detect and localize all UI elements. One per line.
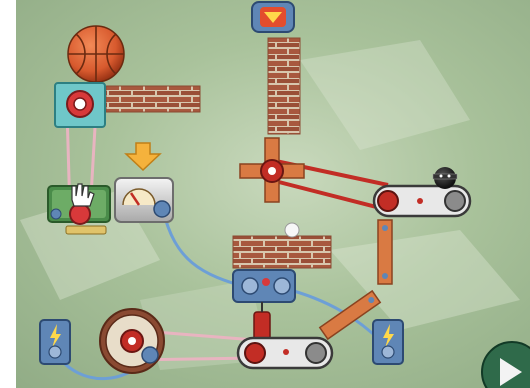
basketball[interactable] [67,25,125,83]
conveyor-belt-bottom[interactable] [236,336,334,370]
brick-wall-middle [232,235,332,269]
game-stage [0,0,530,388]
conveyor-belt-top[interactable] [372,184,472,218]
game-scene [20,1,530,388]
battery-right[interactable] [372,319,404,365]
pressure-gauge[interactable] [114,177,174,223]
play-button[interactable] [481,341,530,388]
cross-windmill[interactable] [239,137,305,203]
vertical-plank[interactable] [377,219,393,285]
pinwheel-gear[interactable] [54,82,106,128]
drop-button[interactable] [251,1,295,33]
battery-left[interactable] [39,319,71,365]
down-arrow-hint [124,142,162,172]
brick-wall-top-left [105,85,201,113]
hamster-wheel[interactable] [99,308,165,374]
battery-contacts-panel[interactable] [232,269,296,303]
baseball[interactable] [284,222,300,238]
brick-wall-vertical [267,37,301,135]
